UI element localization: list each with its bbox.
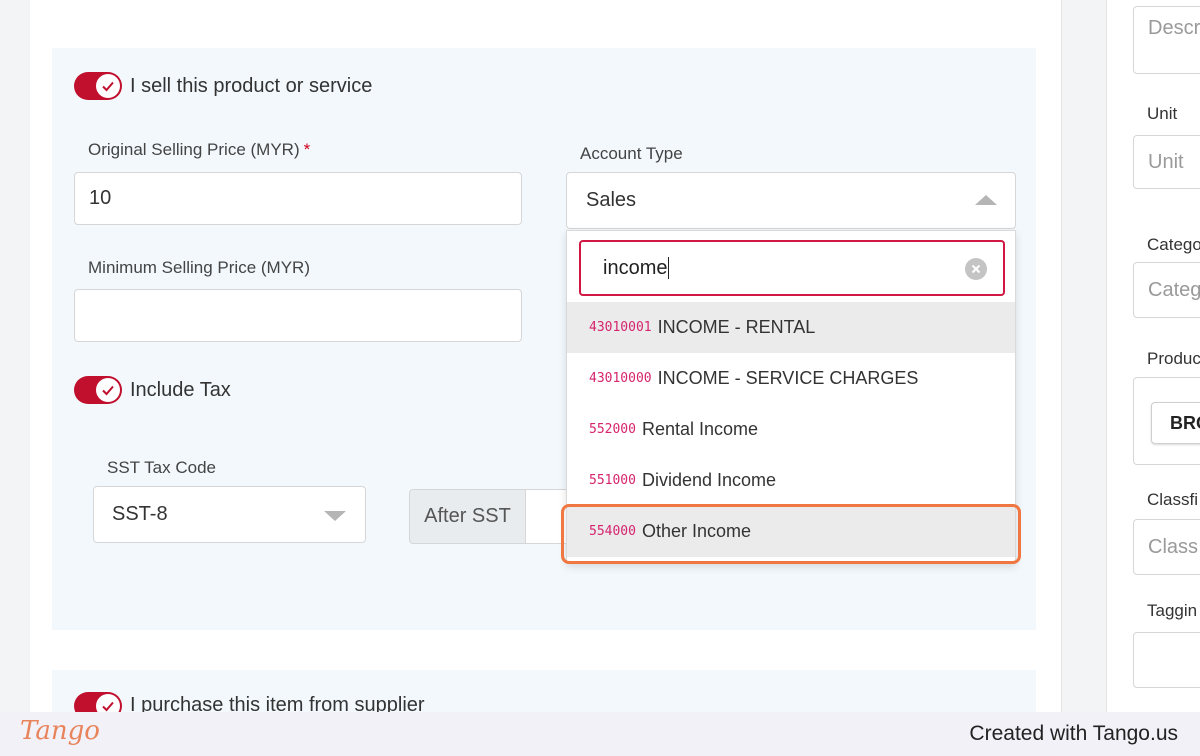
chevron-up-icon [975,195,997,205]
product-button[interactable]: BRO [1151,402,1200,444]
min-price-label: Minimum Selling Price (MYR) [88,258,310,277]
account-code: 43010000 [589,371,652,386]
account-code: 551000 [589,473,636,488]
dropdown-option[interactable]: 551000 Dividend Income [567,455,1015,506]
check-icon [96,74,120,98]
tagging-input[interactable] [1133,632,1200,688]
account-name: Rental Income [641,419,759,439]
tango-logo: Tango [20,716,100,746]
account-type-value: Sales [586,189,637,211]
classification-input[interactable]: Class [1133,519,1200,575]
unit-input[interactable]: Unit [1133,135,1200,189]
right-column: Descr Unit Unit Catego Categ Produc BRO … [1106,0,1200,712]
category-input[interactable]: Categ [1133,262,1200,318]
original-price-input[interactable]: 10 [74,172,522,225]
product-label: Produc [1147,349,1200,368]
purchase-section: I purchase this item from supplier [52,670,1036,712]
check-icon [96,694,120,712]
account-name: INCOME - SERVICE CHARGES [657,368,919,388]
purchase-toggle-label: I purchase this item from supplier [130,694,425,712]
account-name: Dividend Income [641,470,777,490]
tango-footer: Tango Created with Tango.us [0,712,1200,756]
category-label: Catego [1147,235,1200,254]
chevron-down-icon [324,511,346,521]
account-search-value: income [603,256,668,279]
unit-label: Unit [1147,104,1178,123]
sst-tax-code-select[interactable]: SST-8 [93,486,366,543]
min-price-input[interactable] [74,289,522,342]
classification-label: Classfi [1147,490,1199,509]
account-type-select[interactable]: Sales [566,172,1016,229]
required-mark: * [303,140,311,159]
after-sst-addon: After SST [409,489,526,544]
account-code: 43010001 [589,320,652,335]
include-tax-toggle[interactable] [74,376,122,404]
account-code: 552000 [589,422,636,437]
account-type-label: Account Type [580,144,683,163]
account-search-input[interactable]: income [579,240,1005,296]
dropdown-option[interactable]: 43010000 INCOME - SERVICE CHARGES [567,353,1015,404]
check-icon [96,378,120,402]
tango-highlight-box [561,504,1021,564]
tagging-label: Taggin [1147,601,1198,620]
include-tax-label: Include Tax [130,379,231,401]
original-price-label: Original Selling Price (MYR) * [88,140,311,159]
account-name: INCOME - RENTAL [657,317,816,337]
sst-tax-code-value: SST-8 [112,503,168,525]
purchase-toggle[interactable] [74,692,122,712]
sell-toggle[interactable] [74,72,122,100]
tango-credit: Created with Tango.us [969,722,1178,745]
description-input[interactable]: Descr [1133,6,1200,74]
dropdown-option[interactable]: 552000 Rental Income [567,404,1015,455]
sst-tax-code-label: SST Tax Code [107,458,216,477]
dropdown-option[interactable]: 43010001 INCOME - RENTAL [567,302,1015,353]
clear-icon[interactable] [965,258,987,280]
sell-toggle-label: I sell this product or service [130,75,373,97]
